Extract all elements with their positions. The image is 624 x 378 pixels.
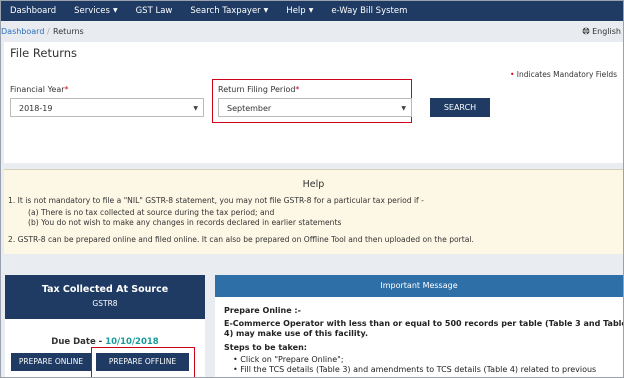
globe-icon: [582, 27, 590, 35]
mandatory-note-text: Indicates Mandatory Fields: [516, 70, 617, 79]
highlight-box-offline: [91, 347, 195, 377]
return-period-value: September: [227, 104, 272, 113]
return-period-select[interactable]: September ▼: [218, 98, 412, 117]
help-panel: Help 1. It is not mandatory to file a "N…: [4, 169, 623, 254]
step-item-1: • Click on "Prepare Online";: [233, 355, 344, 364]
financial-year-label: Financial Year*: [10, 85, 69, 94]
nav-eway-bill-label: e-Way Bill System: [331, 6, 408, 16]
prepare-online-button[interactable]: PREPARE ONLINE: [11, 353, 91, 371]
help-line-2: (a) There is no tax collected at source …: [28, 208, 275, 217]
nav-dashboard-label: Dashboard: [10, 6, 57, 16]
breadcrumb-current: Returns: [53, 27, 84, 36]
help-line-3: (b) You do not wish to make any changes …: [28, 218, 342, 227]
tcs-card: Tax Collected At Source GSTR8 Due Date -…: [5, 275, 205, 377]
period-label: Return Filing Period*: [218, 85, 299, 94]
nav-services[interactable]: Services ▼: [65, 1, 126, 21]
help-line-4: 2. GSTR-8 can be prepared online and fil…: [8, 235, 474, 244]
breadcrumb-separator: /: [47, 27, 50, 36]
top-nav: Dashboard Services ▼ GST Law Search Taxpa…: [1, 1, 623, 21]
required-marker: *: [64, 85, 69, 94]
chevron-down-icon: ▼: [401, 105, 406, 112]
language-label: English: [592, 27, 621, 36]
tcs-card-subtitle: GSTR8: [92, 299, 118, 308]
step-item-1-text: Click on "Prepare Online";: [240, 355, 344, 364]
nav-help-label: Help: [286, 6, 306, 16]
mandatory-marker: •: [509, 70, 515, 79]
tcs-card-header: Tax Collected At Source GSTR8: [5, 275, 205, 319]
app-frame: Dashboard Services ▼ GST Law Search Taxpa…: [0, 0, 624, 378]
nav-eway-bill[interactable]: e-Way Bill System: [322, 1, 416, 21]
search-button[interactable]: SEARCH: [430, 98, 490, 117]
help-line-1: 1. It is not mandatory to file a "NIL" G…: [8, 196, 424, 205]
financial-year-select[interactable]: 2018-19 ▼: [10, 98, 204, 117]
notice-line-2: 4) may make use of this facility.: [224, 329, 368, 338]
caret-down-icon: ▼: [112, 7, 118, 14]
nav-search-taxpayer-label: Search Taxpayer: [190, 6, 261, 16]
tcs-card-title: Tax Collected At Source: [41, 284, 169, 295]
step-item-2-text: Fill the TCS details (Table 3) and amend…: [240, 365, 597, 374]
nav-dashboard[interactable]: Dashboard: [1, 1, 65, 21]
breadcrumb: Dashboard / Returns English: [1, 21, 623, 42]
nav-gst-law-label: GST Law: [135, 6, 173, 16]
due-date: Due Date - 10/10/2018: [5, 337, 205, 347]
caret-down-icon: ▼: [263, 7, 269, 14]
nav-services-label: Services: [74, 6, 110, 16]
caret-down-icon: ▼: [308, 7, 314, 14]
financial-year-value: 2018-19: [19, 104, 53, 113]
financial-year-label-text: Financial Year: [10, 85, 65, 94]
nav-search-taxpayer[interactable]: Search Taxpayer ▼: [181, 1, 277, 21]
file-returns-card: File Returns • Indicates Mandatory Field…: [4, 42, 623, 163]
breadcrumb-home-link[interactable]: Dashboard: [1, 21, 44, 42]
due-date-label: Due Date -: [51, 337, 103, 347]
page-title: File Returns: [10, 46, 78, 60]
required-marker: *: [295, 85, 300, 94]
chevron-down-icon: ▼: [193, 105, 198, 112]
steps-heading: Steps to be taken:: [224, 343, 307, 352]
mandatory-note: • Indicates Mandatory Fields: [510, 70, 617, 79]
important-message-panel: Important Message Prepare Online :- E-Co…: [215, 275, 623, 377]
nav-gst-law[interactable]: GST Law: [127, 1, 182, 21]
period-label-text: Return Filing Period: [218, 85, 296, 94]
step-item-2: • Fill the TCS details (Table 3) and ame…: [233, 365, 597, 374]
help-title: Help: [302, 179, 325, 190]
notice-line-1: E-Commerce Operator with less than or eq…: [224, 319, 624, 328]
prepare-online-heading: Prepare Online :-: [224, 306, 301, 315]
due-date-value: 10/10/2018: [105, 337, 159, 347]
language-selector[interactable]: English: [582, 21, 621, 42]
important-message-title: Important Message: [215, 275, 623, 297]
nav-help[interactable]: Help ▼: [277, 1, 322, 21]
